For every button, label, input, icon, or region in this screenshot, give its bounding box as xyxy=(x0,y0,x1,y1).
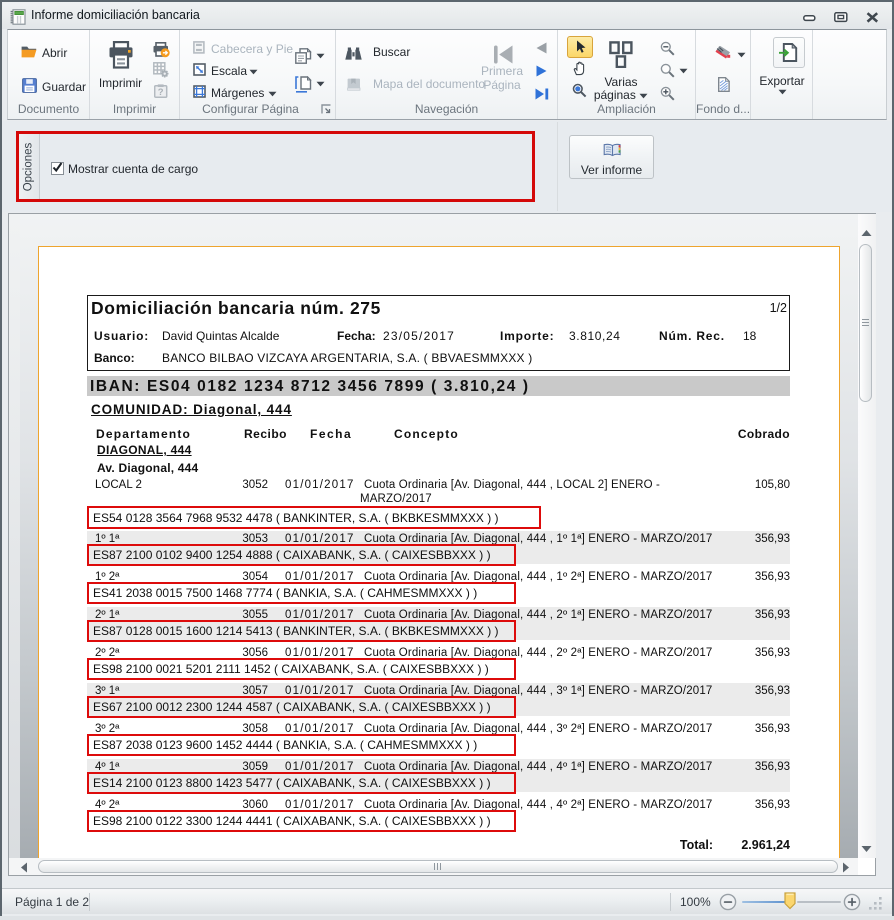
svg-text:?: ? xyxy=(158,87,164,98)
